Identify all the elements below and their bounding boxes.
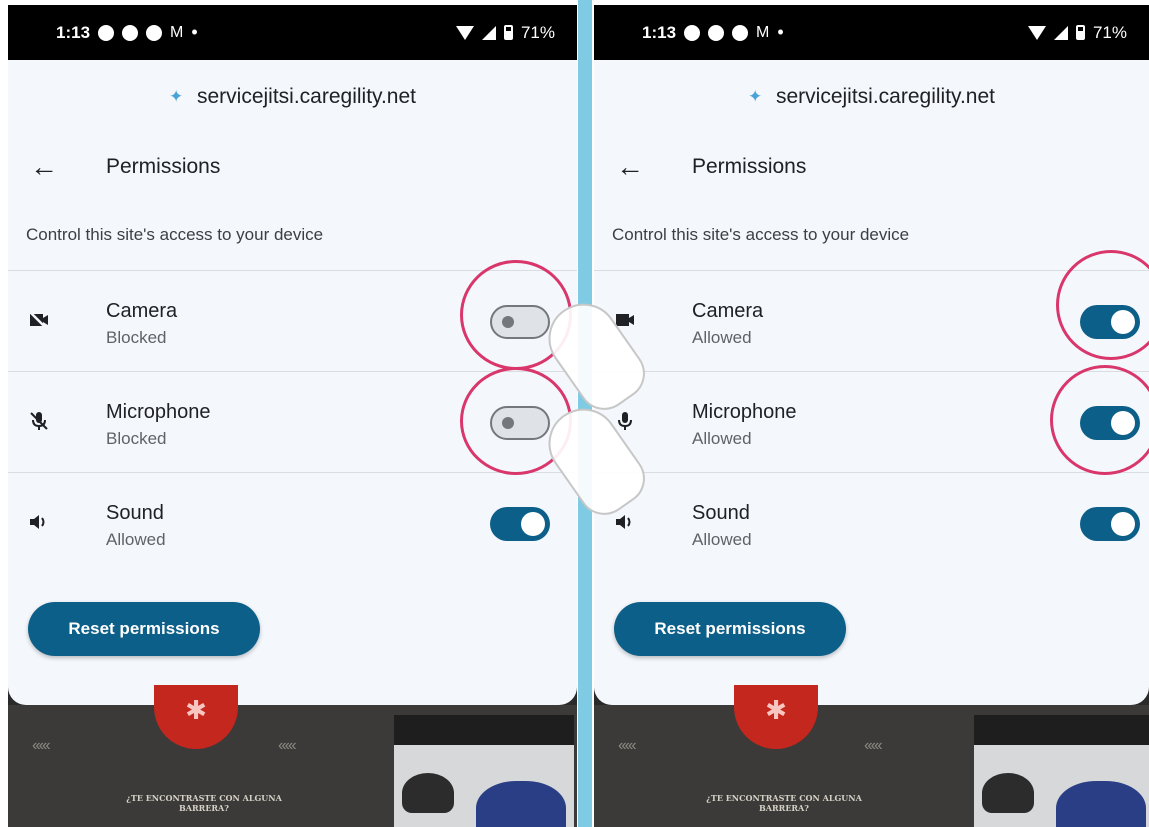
permissions-subtitle: Control this site's access to your devic…	[612, 225, 910, 244]
notification-dot-icon: •	[777, 22, 784, 42]
site-url-row: ✦ servicejitsi.caregility.net	[8, 85, 577, 109]
battery-icon	[503, 25, 513, 40]
signal-icon	[1053, 25, 1068, 40]
permission-microphone-status: Blocked	[106, 429, 167, 448]
whatsapp-icon	[684, 24, 701, 41]
status-bar: 1:13 M • 71%	[594, 5, 1149, 60]
permission-sound-label: Sound	[692, 502, 750, 524]
self-view-thumbnail	[394, 715, 574, 827]
permission-camera-label: Camera	[692, 300, 764, 322]
puzzle-icon: ✦	[168, 87, 184, 106]
site-url: servicejitsi.caregility.net	[196, 85, 416, 108]
speaker-icon	[28, 511, 50, 533]
permission-microphone-label: Microphone	[692, 401, 797, 423]
background-video-feed: ‹‹‹‹‹ ‹‹‹‹‹ ¿TE ENCONTRASTE CON ALGUNA B…	[594, 685, 1149, 827]
cloth-shape	[1056, 781, 1146, 827]
messenger-icon	[146, 24, 163, 41]
battery-icon	[1075, 25, 1085, 40]
wifi-icon	[455, 25, 474, 40]
lamp-shape	[402, 773, 454, 813]
back-arrow-icon[interactable]: ←	[30, 151, 58, 183]
site-url-row: ✦ servicejitsi.caregility.net	[594, 85, 1149, 109]
poster-logo	[154, 685, 238, 749]
gmail-icon: M	[170, 23, 184, 41]
whatsapp-icon	[98, 24, 115, 41]
microphone-off-icon	[28, 410, 50, 432]
toggle-knob	[521, 512, 545, 536]
reset-permissions-button[interactable]: Reset permissions	[614, 602, 846, 656]
poster-arrows-left: ‹‹‹‹‹	[32, 737, 51, 754]
poster-text: ¿TE ENCONTRASTE CON ALGUNA BARRERA?	[706, 793, 862, 813]
battery-percent: 71%	[520, 22, 555, 42]
poster-logo	[734, 685, 818, 749]
permission-row-sound[interactable]: Sound Allowed	[594, 472, 1149, 573]
permission-sound-label: Sound	[106, 502, 164, 524]
self-view-thumbnail	[974, 715, 1149, 827]
microphone-toggle-highlight	[1050, 365, 1149, 475]
messenger-icon	[732, 24, 749, 41]
lamp-shape	[982, 773, 1034, 813]
speaker-icon	[614, 511, 636, 533]
notification-dot-icon: •	[191, 22, 198, 42]
chat-icon	[122, 24, 139, 41]
permission-camera-status: Allowed	[692, 328, 752, 347]
wifi-icon	[1027, 25, 1046, 40]
permission-camera-label: Camera	[106, 300, 178, 322]
header-row: ← Permissions	[8, 150, 577, 184]
page-title: Permissions	[106, 155, 221, 178]
camera-off-icon	[28, 309, 50, 331]
left-screenshot-panel: 1:13 M • 71% ✦ servicejitsi.caregility.n…	[8, 5, 577, 827]
status-time: 1:13	[56, 22, 91, 42]
permission-microphone-label: Microphone	[106, 401, 211, 423]
reset-permissions-button[interactable]: Reset permissions	[28, 602, 260, 656]
permission-row-sound[interactable]: Sound Allowed	[8, 472, 577, 573]
gmail-icon: M	[756, 23, 770, 41]
background-video-feed: ‹‹‹‹‹ ‹‹‹‹‹ ¿TE ENCONTRASTE CON ALGUNA B…	[8, 685, 577, 827]
toggle-knob	[1111, 512, 1135, 536]
back-arrow-icon[interactable]: ←	[616, 151, 644, 183]
poster-arrows-right: ‹‹‹‹‹	[278, 737, 297, 754]
battery-percent: 71%	[1092, 22, 1127, 42]
permission-microphone-status: Allowed	[692, 429, 752, 448]
chat-icon	[708, 24, 725, 41]
status-bar: 1:13 M • 71%	[8, 5, 577, 60]
permissions-subtitle: Control this site's access to your devic…	[26, 225, 324, 244]
site-url: servicejitsi.caregility.net	[775, 85, 995, 108]
permission-camera-status: Blocked	[106, 328, 167, 347]
microphone-icon	[614, 410, 636, 432]
header-row: ← Permissions	[594, 150, 1149, 184]
puzzle-icon: ✦	[747, 87, 763, 106]
poster-arrows-right: ‹‹‹‹‹	[864, 737, 883, 754]
signal-icon	[481, 25, 496, 40]
cloth-shape	[476, 781, 566, 827]
right-screenshot-panel: 1:13 M • 71% ✦ servicejitsi.caregility.n…	[594, 5, 1149, 827]
poster-arrows-left: ‹‹‹‹‹	[618, 737, 637, 754]
sound-toggle[interactable]	[490, 507, 550, 541]
permission-sound-status: Allowed	[692, 530, 752, 549]
permission-sound-status: Allowed	[106, 530, 166, 549]
poster-text: ¿TE ENCONTRASTE CON ALGUNA BARRERA?	[126, 793, 282, 813]
status-time: 1:13	[642, 22, 677, 42]
sound-toggle[interactable]	[1080, 507, 1140, 541]
page-title: Permissions	[692, 155, 807, 178]
